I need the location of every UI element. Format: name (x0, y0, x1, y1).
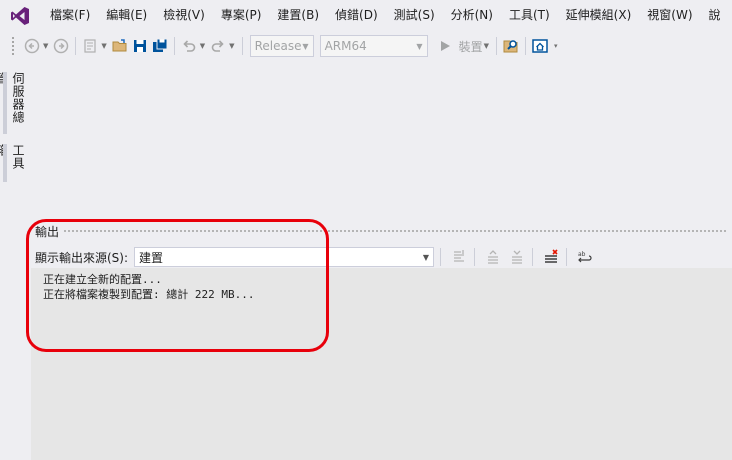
platform-value: ARM64 (324, 39, 367, 53)
menu-tools[interactable]: 工具(T) (501, 0, 558, 31)
output-window-title: 輸出 (35, 224, 60, 239)
redo-icon[interactable] (210, 38, 226, 54)
toolbar-separator (566, 248, 568, 266)
toggle-word-wrap-icon[interactable]: ab (576, 248, 594, 266)
chevron-down-icon: ▼ (422, 252, 430, 262)
save-all-icon[interactable] (152, 38, 168, 54)
menu-debug[interactable]: 偵錯(D) (327, 0, 386, 31)
forward-icon[interactable] (53, 38, 69, 54)
save-icon[interactable] (132, 38, 148, 54)
toolbox-tab[interactable]: 工具箱 (0, 144, 27, 182)
configuration-value: Release (254, 39, 302, 53)
start-debugging-icon[interactable] (437, 38, 453, 54)
toolbar-separator (75, 37, 77, 55)
go-to-previous-message-icon[interactable] (484, 248, 502, 266)
toolbar-separator (474, 248, 476, 266)
open-folder-icon[interactable] (112, 38, 128, 54)
undo-dropdown-icon[interactable]: ▼ (200, 42, 205, 50)
toolbar-grip[interactable] (11, 36, 16, 56)
find-message-in-code-icon[interactable] (450, 248, 468, 266)
toolbar-separator (495, 37, 497, 55)
toolbar-separator (532, 248, 534, 266)
toolbar-separator (524, 37, 526, 55)
menu-view[interactable]: 檢視(V) (155, 0, 213, 31)
back-dropdown-icon[interactable]: ▼ (43, 42, 48, 50)
platform-select[interactable]: ARM64 ▼ (319, 35, 428, 57)
standard-toolbar: ▼ ▼ ▼ ▼ Release ▼ ARM64 ▼ 裝置 ▼ ▾ (0, 31, 732, 61)
menu-extensions[interactable]: 延伸模組(X) (558, 0, 640, 31)
menu-test[interactable]: 測試(S) (386, 0, 443, 31)
menu-analyze[interactable]: 分析(N) (443, 0, 501, 31)
menu-project[interactable]: 專案(P) (213, 0, 270, 31)
back-icon[interactable] (24, 38, 40, 54)
output-window: 輸出 顯示輸出來源(S): 建置 ▼ ab 正在建立全新的配置... 正在將檔案… (29, 220, 732, 460)
go-to-next-message-icon[interactable] (508, 248, 526, 266)
menu-build[interactable]: 建置(B) (269, 0, 327, 31)
visual-studio-logo-icon[interactable] (9, 5, 31, 27)
output-source-value: 建置 (139, 250, 164, 265)
menu-file[interactable]: 檔案(F) (42, 0, 98, 31)
toolbar-separator (440, 248, 442, 266)
server-explorer-label: 伺服器總管 (0, 72, 25, 124)
menu-bar: 檔案(F) 編輯(E) 檢視(V) 專案(P) 建置(B) 偵錯(D) 測試(S… (0, 0, 732, 31)
menu-window[interactable]: 視窗(W) (639, 0, 700, 31)
menu-edit[interactable]: 編輯(E) (98, 0, 155, 31)
home-icon[interactable] (532, 38, 548, 54)
server-explorer-tab[interactable]: 伺服器總管 (0, 72, 27, 134)
output-line: 正在建立全新的配置... (43, 273, 162, 286)
run-target-label[interactable]: 裝置 (459, 38, 483, 55)
output-text-area[interactable]: 正在建立全新的配置... 正在將檔案複製到配置: 總計 222 MB... (31, 268, 732, 460)
output-window-header[interactable]: 輸出 (29, 220, 732, 242)
find-in-files-icon[interactable] (503, 38, 519, 54)
toolbar-separator (241, 37, 243, 55)
output-source-label: 顯示輸出來源(S): (35, 250, 129, 265)
output-toolbar: 顯示輸出來源(S): 建置 ▼ ab (29, 244, 732, 270)
title-bar-grip[interactable] (63, 228, 728, 234)
clear-all-icon[interactable] (542, 248, 560, 266)
chevron-down-icon: ▼ (416, 41, 423, 51)
toolbox-label: 工具箱 (0, 144, 25, 170)
menu-help[interactable]: 說 (701, 0, 729, 31)
toolbar-overflow-icon[interactable]: ▾ (554, 42, 558, 50)
toolbar-separator (173, 37, 175, 55)
new-project-icon[interactable] (82, 38, 98, 54)
svg-text:ab: ab (578, 251, 586, 258)
chevron-down-icon: ▼ (302, 41, 309, 51)
redo-dropdown-icon[interactable]: ▼ (229, 42, 234, 50)
output-source-select[interactable]: 建置 ▼ (134, 247, 435, 267)
new-project-dropdown-icon[interactable]: ▼ (101, 42, 106, 50)
configuration-select[interactable]: Release ▼ (249, 35, 314, 57)
run-target-dropdown-icon[interactable]: ▼ (484, 42, 489, 50)
undo-icon[interactable] (181, 38, 197, 54)
output-line: 正在將檔案複製到配置: 總計 222 MB... (43, 288, 255, 301)
